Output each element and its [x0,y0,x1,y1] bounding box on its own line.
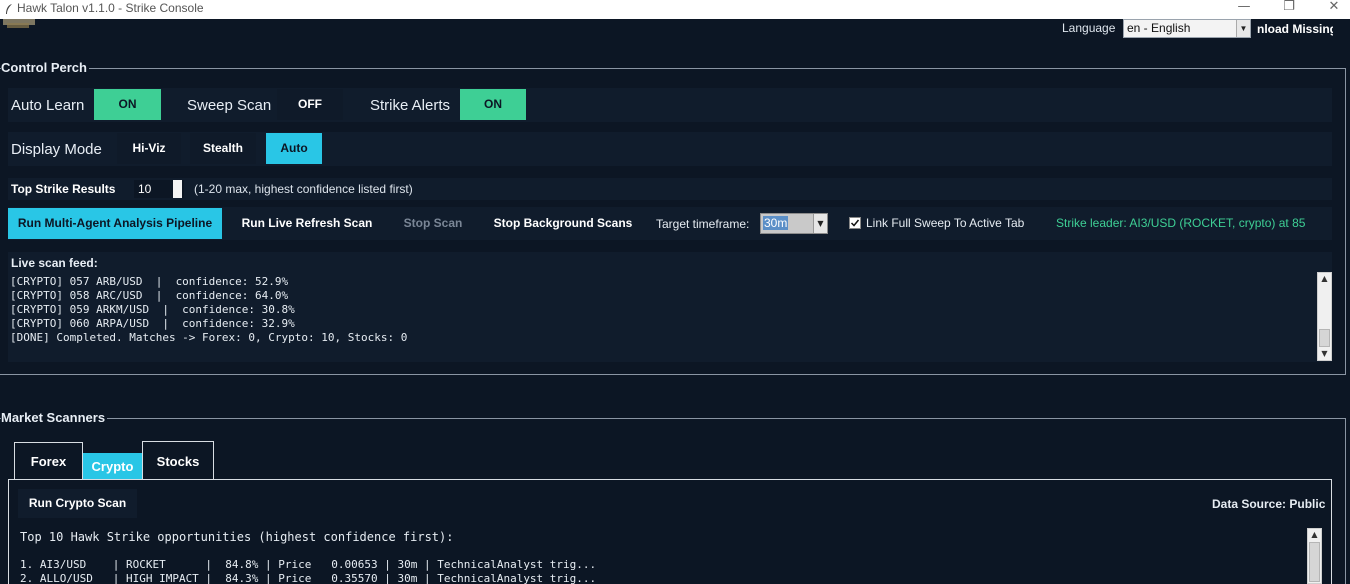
feed-line: [CRYPTO] 060 ARPA/USD | confidence: 32.9… [10,317,295,330]
language-select[interactable]: en - English ▼ [1123,19,1251,38]
display-mode-hi-viz[interactable]: Hi-Viz [117,133,181,164]
run-crypto-scan-button[interactable]: Run Crypto Scan [18,489,137,518]
top-results-value: 10 [138,182,152,196]
display-mode-auto[interactable]: Auto [266,133,322,164]
top-results-label: Top Strike Results [11,182,116,196]
auto-learn-label: Auto Learn [11,97,85,114]
control-frame-top [0,68,1346,69]
control-perch-label: Control Perch [1,60,89,75]
scroll-down-icon[interactable]: ▼ [1318,348,1331,360]
spinbox-arrows-icon[interactable] [173,180,182,198]
logo-icon [3,19,35,28]
display-mode-stealth[interactable]: Stealth [190,133,256,164]
data-source-label: Data Source: Public [1212,497,1326,511]
auto-learn-toggle[interactable]: ON [94,89,161,120]
list-item: 1. AI3/USD | ROCKET | 84.8% | Price 0.00… [20,558,597,571]
check-icon [850,219,860,227]
strike-alerts-toggle[interactable]: ON [460,89,526,120]
display-mode-label: Display Mode [11,141,102,158]
close-button[interactable]: ✕ [1311,0,1350,19]
maximize-button[interactable]: ❐ [1266,0,1312,19]
language-label: Language [1062,21,1116,35]
feed-scrollbar[interactable]: ▲ ▼ [1317,272,1332,361]
market-scanners-label: Market Scanners [1,410,108,425]
top-results-spinbox[interactable]: 10 [134,180,184,198]
market-frame-top [0,418,1346,419]
minimize-button[interactable]: — [1221,0,1267,19]
feed-line: [DONE] Completed. Matches -> Forex: 0, C… [10,331,408,344]
language-value: en - English [1127,21,1191,35]
market-frame-right [1345,418,1346,584]
timeframe-select[interactable]: 30m ▼ [760,213,828,234]
tab-crypto[interactable]: Crypto [83,453,142,480]
strike-alerts-label: Strike Alerts [370,97,451,114]
app-feather-icon [6,4,12,14]
sweep-scan-toggle[interactable]: OFF [277,89,343,120]
strike-leader-status: Strike leader: AI3/USD (ROCKET, crypto) … [1056,216,1306,230]
window-title: Hawk Talon v1.1.0 - Strike Console [17,1,204,15]
results-list[interactable]: Top 10 Hawk Strike opportunities (highes… [20,530,1300,584]
feed-log[interactable]: [CRYPTO] 057 ARB/USD | confidence: 52.9%… [10,275,1310,350]
feed-title: Live scan feed: [11,256,98,270]
control-frame-bottom [0,374,1346,375]
tab-forex[interactable]: Forex [14,442,83,480]
list-item: 2. ALLO/USD | HIGH IMPACT | 84.3% | Pric… [20,572,597,584]
stop-background-scans-button[interactable]: Stop Background Scans [484,208,642,239]
tab-stocks[interactable]: Stocks [142,441,214,480]
scroll-thumb[interactable] [1309,542,1320,582]
chevron-down-icon[interactable]: ▼ [813,214,827,233]
timeframe-value: 30m [763,216,789,230]
feed-line: [CRYPTO] 059 ARKM/USD | confidence: 30.8… [10,303,295,316]
sweep-scan-label: Sweep Scan [187,97,272,114]
results-scrollbar[interactable]: ▲ [1307,528,1322,584]
feed-line: [CRYPTO] 058 ARC/USD | confidence: 64.0% [10,289,289,302]
run-pipeline-button[interactable]: Run Multi-Agent Analysis Pipeline [8,208,222,239]
control-frame-right [1345,68,1346,375]
link-sweep-checkbox[interactable] [849,217,861,229]
scroll-up-icon[interactable]: ▲ [1308,529,1321,541]
link-sweep-label: Link Full Sweep To Active Tab [866,216,1025,230]
stop-scan-button[interactable]: Stop Scan [392,208,474,239]
top-results-hint: (1-20 max, highest confidence listed fir… [194,182,413,196]
run-live-refresh-button[interactable]: Run Live Refresh Scan [232,208,382,239]
feed-line: [CRYPTO] 057 ARB/USD | confidence: 52.9% [10,275,289,288]
timeframe-label: Target timeframe: [656,217,750,231]
title-bar: Hawk Talon v1.1.0 - Strike Console — ❐ ✕ [0,0,1350,19]
download-missing-button[interactable]: nload Missing [1253,19,1333,39]
results-heading: Top 10 Hawk Strike opportunities (highes… [20,530,454,544]
chevron-down-icon[interactable]: ▼ [1236,20,1250,37]
scroll-up-icon[interactable]: ▲ [1318,273,1331,285]
scroll-thumb[interactable] [1319,329,1330,347]
